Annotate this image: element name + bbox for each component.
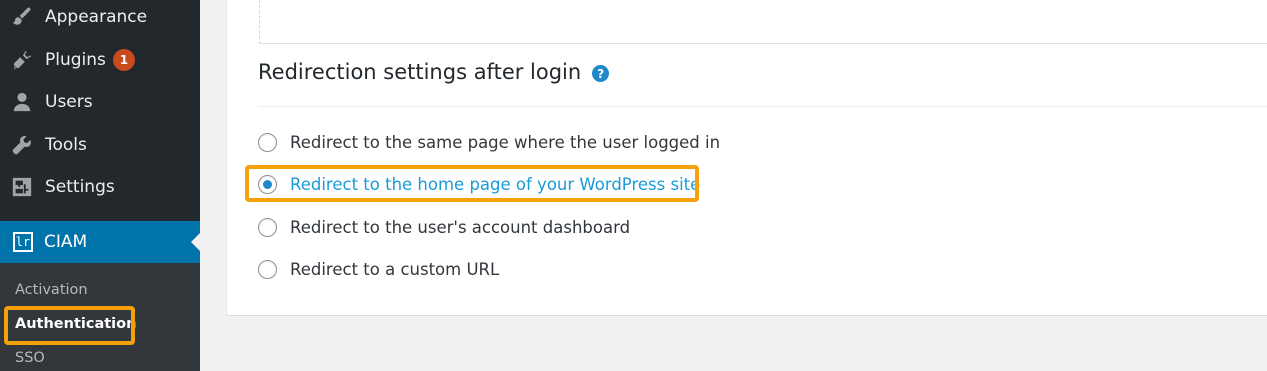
menu-label: Tools — [45, 135, 87, 155]
section-title-text: Redirection settings after login — [258, 60, 582, 84]
radio-button[interactable] — [258, 259, 277, 279]
menu-label: CIAM — [44, 232, 88, 252]
option-label[interactable]: Redirect to the same page where the user… — [290, 133, 720, 152]
menu-item-appearance[interactable]: Appearance — [0, 0, 200, 38]
plugin-icon — [10, 48, 34, 72]
radio-button[interactable] — [258, 132, 277, 152]
previous-section-box — [259, 0, 1267, 44]
option-label[interactable]: Redirect to a custom URL — [290, 260, 499, 279]
section-divider — [258, 106, 1267, 107]
section-title: Redirection settings after login ? — [258, 60, 610, 84]
menu-label: Users — [45, 92, 93, 112]
redirect-option-custom-url[interactable]: Redirect to a custom URL — [258, 257, 499, 281]
ciam-logo-icon: lr — [13, 232, 33, 252]
menu-item-users[interactable]: Users — [0, 81, 200, 123]
help-icon[interactable]: ? — [592, 65, 610, 82]
menu-label: Settings — [45, 177, 115, 197]
authentication-highlight-box — [4, 306, 135, 345]
radio-button[interactable] — [258, 217, 277, 237]
submenu-item-sso[interactable]: SSO — [15, 350, 45, 366]
option-label[interactable]: Redirect to the user's account dashboard — [290, 218, 630, 237]
redirect-option-same-page[interactable]: Redirect to the same page where the user… — [258, 130, 720, 154]
redirect-option-account-dashboard[interactable]: Redirect to the user's account dashboard — [258, 215, 630, 239]
submenu-item-activation[interactable]: Activation — [15, 282, 88, 298]
menu-item-tools[interactable]: Tools — [0, 124, 200, 166]
menu-item-plugins[interactable]: Plugins 1 — [0, 39, 200, 81]
users-icon — [10, 90, 34, 114]
menu-label: Appearance — [45, 7, 148, 27]
menu-item-ciam[interactable]: lr CIAM — [0, 221, 200, 263]
selected-option-highlight-box — [245, 165, 699, 202]
paintbrush-icon — [10, 5, 34, 29]
update-count-badge: 1 — [112, 49, 135, 71]
menu-label: Plugins — [45, 50, 106, 70]
wrench-icon — [10, 133, 34, 157]
active-menu-arrow — [191, 233, 200, 251]
settings-icon — [10, 175, 34, 199]
menu-item-settings[interactable]: Settings — [0, 166, 200, 208]
